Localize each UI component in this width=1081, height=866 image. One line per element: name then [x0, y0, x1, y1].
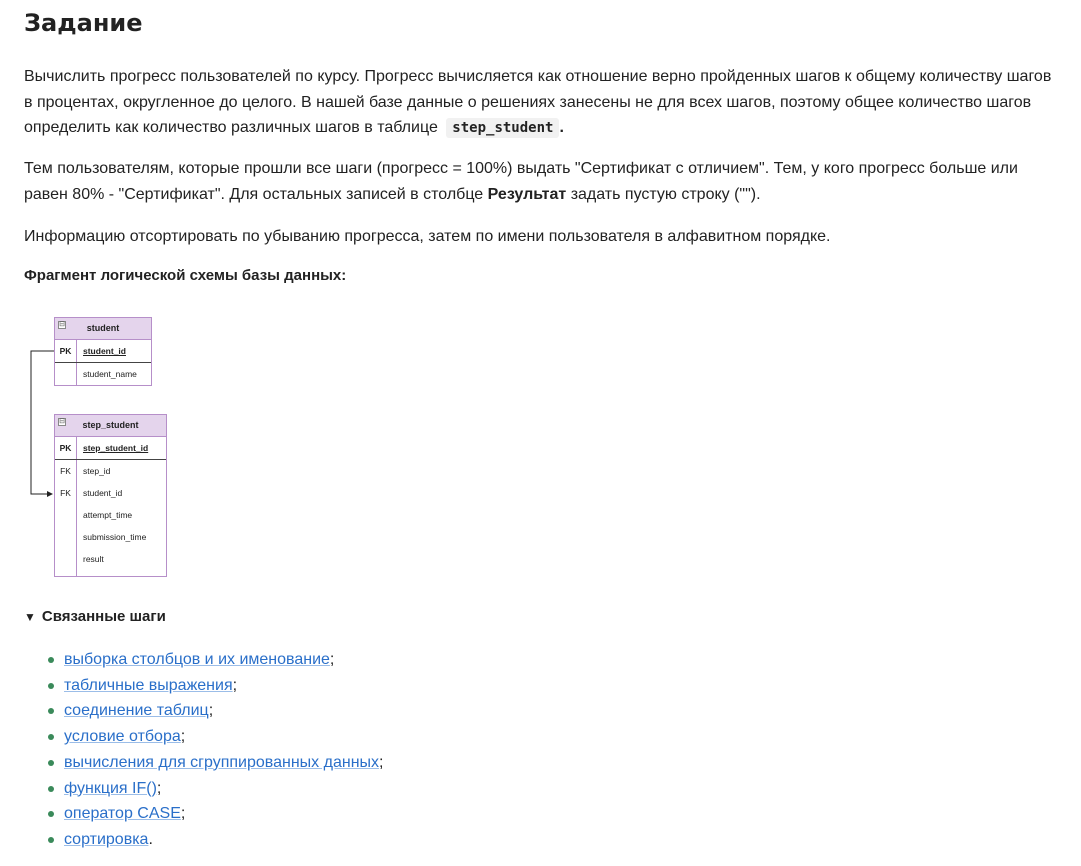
list-punct: . — [148, 830, 153, 848]
bullet-icon — [48, 811, 54, 818]
task-paragraph-1: Вычислить прогресс пользователей по курс… — [24, 64, 1054, 142]
list-item: функция IF(); — [24, 776, 383, 802]
column-name: step_id — [83, 466, 111, 476]
bold-term: Результат — [487, 185, 567, 203]
related-link[interactable]: вычисления для сгруппированных данных — [64, 754, 379, 771]
list-item: выборка столбцов и их именование; — [24, 647, 383, 673]
list-item: условие отбора; — [24, 724, 383, 750]
task-paragraph-2: Тем пользователям, которые прошли все ша… — [24, 156, 1054, 207]
key-label — [55, 548, 77, 576]
column-name: step_student_id — [83, 443, 149, 453]
related-link[interactable]: табличные выражения — [64, 677, 233, 694]
column-name: student_id — [83, 488, 123, 498]
related-link[interactable]: функция IF() — [64, 780, 157, 797]
related-link[interactable]: выборка столбцов и их именование — [64, 651, 330, 668]
bullet-icon — [48, 657, 54, 663]
table-header: ⊟ step_student — [55, 415, 166, 437]
column-name: student_id — [83, 346, 126, 356]
column-row: attempt_time — [55, 504, 166, 526]
related-steps-title: Связанные шаги — [41, 608, 166, 625]
table-header: ⊟ student — [55, 318, 151, 340]
key-label: FK — [55, 460, 77, 482]
task-paragraph-3: Информацию отсортировать по убыванию про… — [24, 228, 831, 245]
related-steps-toggle[interactable]: ▼ Связанные шаги — [24, 608, 166, 625]
column-name: student_name — [83, 369, 137, 379]
bullet-icon — [48, 708, 54, 715]
bullet-icon — [48, 682, 54, 689]
column-name: submission_time — [83, 532, 147, 542]
column-row: FK step_id — [55, 460, 166, 482]
related-link[interactable]: условие отбора — [64, 728, 181, 745]
key-label: FK — [55, 482, 77, 504]
list-item: сортировка. — [24, 827, 383, 853]
key-label: PK — [55, 340, 77, 362]
table-name: student — [86, 323, 120, 333]
list-item: табличные выражения; — [24, 673, 383, 699]
list-punct: ; — [329, 651, 335, 668]
inline-code: step_student — [446, 118, 560, 138]
list-punct: ; — [156, 779, 162, 797]
column-row: submission_time — [55, 526, 166, 548]
list-item: соединение таблиц; — [24, 698, 383, 724]
pk-row: PK step_student_id — [55, 437, 166, 460]
column-name: result — [83, 554, 104, 564]
column-row: result — [55, 548, 166, 576]
related-link[interactable]: соединение таблиц — [64, 702, 209, 719]
list-punct: ; — [180, 728, 186, 746]
paragraph-end: . — [559, 119, 564, 136]
key-label — [55, 363, 77, 385]
table-step-student: ⊟ step_student PK step_student_id FK ste… — [54, 414, 167, 577]
table-name: step_student — [82, 420, 139, 430]
bullet-icon — [48, 759, 54, 766]
column-row: student_name — [55, 363, 151, 385]
related-link[interactable]: оператор CASE — [64, 805, 181, 822]
list-punct: ; — [379, 753, 384, 771]
list-item: оператор CASE; — [24, 801, 383, 827]
key-label — [55, 504, 77, 526]
list-punct: ; — [180, 805, 186, 823]
bullet-icon — [48, 836, 54, 843]
related-steps-list: выборка столбцов и их именование; таблич… — [24, 647, 383, 853]
list-punct: ; — [232, 676, 238, 694]
column-row: FK student_id — [55, 482, 166, 504]
column-name: attempt_time — [83, 510, 133, 520]
related-link[interactable]: сортировка — [64, 831, 148, 848]
bullet-icon — [48, 734, 54, 741]
paragraph-end: задать пустую строку (""). — [570, 185, 761, 203]
bullet-icon — [48, 785, 54, 792]
list-item: вычисления для сгруппированных данных; — [24, 750, 383, 776]
list-punct: ; — [208, 702, 214, 720]
table-student: ⊟ student PK student_id student_name — [54, 317, 152, 386]
key-label: PK — [55, 437, 77, 459]
pk-row: PK student_id — [55, 340, 151, 363]
triangle-down-icon: ▼ — [24, 610, 36, 624]
key-label — [55, 526, 77, 548]
